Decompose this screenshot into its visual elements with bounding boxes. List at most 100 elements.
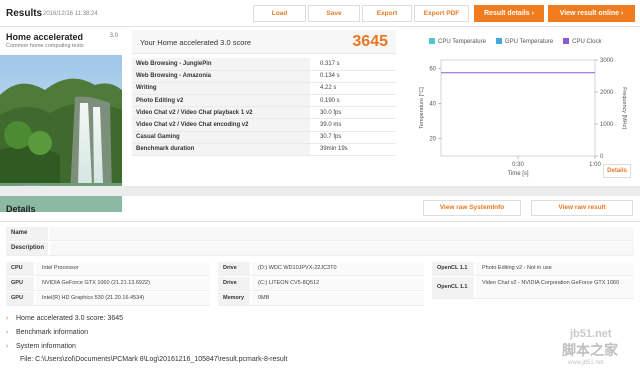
hardware-value: Photo Editing v2 - Not in use [476,262,634,275]
left-tick-label: 20 [429,137,436,143]
subscore-value: 30.0 fps [310,106,396,120]
subscore-row: Casual Gaming 30.7 fps [132,131,396,144]
right-tick-label: 1000 [600,122,614,128]
hardware-row: CPU Intel Processor [6,262,210,276]
legend-swatch [495,38,502,44]
expand-score[interactable]: › Home accelerated 3.0 score: 3645 [6,313,123,325]
hardware-row: GPU Intel(R) HD Graphics 530 (21.20.16.45… [6,292,210,306]
expand-benchmark-info[interactable]: › Benchmark information [6,327,88,339]
subscore-value: 0.317 s [310,58,396,71]
save-button[interactable]: Save [308,5,360,22]
result-details-button[interactable]: Result details › [474,5,544,22]
export-pdf-button[interactable]: Export PDF [414,5,469,22]
plot-area [440,59,596,157]
view-raw-systeminfo-button[interactable]: View raw SystemInfo [423,200,521,216]
hardware-value: Intel(R) HD Graphics 530 (21.20.16.4534) [36,292,210,305]
legend-item: GPU Temperature [495,38,554,45]
load-button[interactable]: Load [253,5,306,22]
y-axis-label-left: Temperature [°C] [419,87,425,129]
top-bar: Results 2016/12/16 11:38:24 Load Save Ex… [0,0,640,27]
subscore-row: Video Chat v2 / Video Chat playback 1 v2… [132,106,396,120]
subscore-name: Benchmark duration [132,143,310,157]
subscore-row: Photo Editing v2 0.190 s [132,94,396,108]
subscore-value: 39min 19s [310,143,396,157]
monitoring-chart: 60 40 20 3000 2000 1000 0 0:30 1:00 Time [s] Tempe… [419,58,627,177]
hardware-key: OpenCL 1.1 [432,262,474,275]
hardware-value: NVIDIA GeForce GTX 1060 (21.21.13.6922) [36,277,210,290]
description-value[interactable] [50,242,634,255]
right-tick-label: 3000 [600,58,614,64]
result-file-path: File: C:\Users\zol\Documents\PCMark 8\Lo… [20,356,288,363]
section-separator [0,186,640,196]
legend-label: CPU Clock [572,39,602,45]
chevron-right-icon: › [6,343,9,350]
benchmark-info-panel: Home accelerated 3.0 Common home computi… [0,28,122,212]
left-tick-label: 40 [429,102,436,108]
legend-item: CPU Clock [563,38,602,45]
hardware-key: Memory [218,292,250,305]
hardware-row: Memory 0MB [218,292,424,306]
score-value: 3645 [352,33,388,50]
name-row: Name [6,227,634,241]
export-button[interactable]: Export [362,5,412,22]
subscore-row: Web Browsing - JunglePin 0.317 s [132,58,396,71]
subscore-name: Video Chat v2 / Video Chat playback 1 v2 [132,106,310,120]
subscore-name: Writing [132,82,310,96]
legend-label: GPU Temperature [504,39,554,45]
chevron-right-icon: › [531,10,534,17]
hardware-key: GPU [6,277,34,290]
subscore-table: Web Browsing - JunglePin 0.317 s Web Brows… [132,58,396,157]
expand-score-label: Home accelerated 3.0 score: 3645 [16,315,124,322]
view-online-label: View result online [559,10,620,17]
hardware-key: Drive [218,262,250,275]
score-panel: Your Home accelerated 3.0 score 3645 Web… [128,28,400,184]
expand-system-info[interactable]: › System information [6,341,76,353]
subscore-name: Casual Gaming [132,131,310,144]
site-watermark: jb51.net 脚本之家 www.jb51.net [540,328,640,378]
chevron-right-icon: › [6,329,9,336]
hardware-value: (D:) WDC WD10JPVX-22JC3T0 [252,262,424,275]
view-result-online-button[interactable]: View result online › [548,5,635,22]
subscore-name: Web Browsing - Amazonia [132,70,310,83]
subscore-row: Writing 4.22 s [132,82,396,96]
watermark-url: www.jb51.net [568,360,604,366]
y-axis-label-right: Frequency [MHz] [621,87,627,129]
subscore-value: 0.134 s [310,70,396,83]
benchmark-version: 3.0 [109,33,118,39]
legend-swatch [563,38,570,44]
hardware-row: OpenCL 1.1 Photo Editing v2 - Not in use [432,262,634,276]
page-title: Results [6,8,43,19]
hardware-key: OpenCL 1.1 [432,277,474,298]
divider [0,221,640,222]
right-tick-label: 0 [600,154,604,160]
hardware-row: GPU NVIDIA GeForce GTX 1060 (21.21.13.692… [6,277,210,291]
hardware-row: OpenCL 1.1 Video Chat v2 - NVIDIA Corpora… [432,277,634,299]
view-raw-result-button[interactable]: View raw result [531,200,633,216]
legend-swatch [429,38,435,44]
subscore-value: 39.0 ms [310,118,396,132]
hardware-key: Drive [218,277,250,290]
chevron-right-icon: › [6,315,9,322]
name-value[interactable] [50,227,634,240]
details-title: Details [6,204,36,214]
watermark-domain: jb51.net [570,328,612,340]
x-tick-label: 0:30 [512,162,524,168]
watermark-name: 脚本之家 [562,342,618,358]
name-label: Name [6,227,48,240]
subscore-row: Web Browsing - Amazonia 0.134 s [132,70,396,83]
x-tick-label: 1:00 [589,162,601,168]
monitoring-chart-panel: CPU Temperature GPU Temperature CPU Clock … [405,28,635,184]
left-tick-label: 60 [429,67,436,73]
score-label: Your Home accelerated 3.0 score [140,38,252,47]
result-details-label: Result details [484,10,530,17]
expand-system-label: System information [16,343,76,350]
chart-legend: CPU Temperature GPU Temperature CPU Clock [429,38,612,45]
x-axis-label: Time [s] [507,171,528,177]
hardware-value: (C:) LITEON CV5-8Q512 [252,277,424,290]
subscore-value: 4.22 s [310,82,396,96]
subscore-value: 30.7 fps [310,131,396,144]
score-header: Your Home accelerated 3.0 score 3645 [132,30,396,54]
chart-details-button[interactable]: Details [603,164,631,178]
hardware-value: Video Chat v2 - NVIDIA Corporation GeFor… [476,277,634,298]
legend-item: CPU Temperature [429,38,486,45]
